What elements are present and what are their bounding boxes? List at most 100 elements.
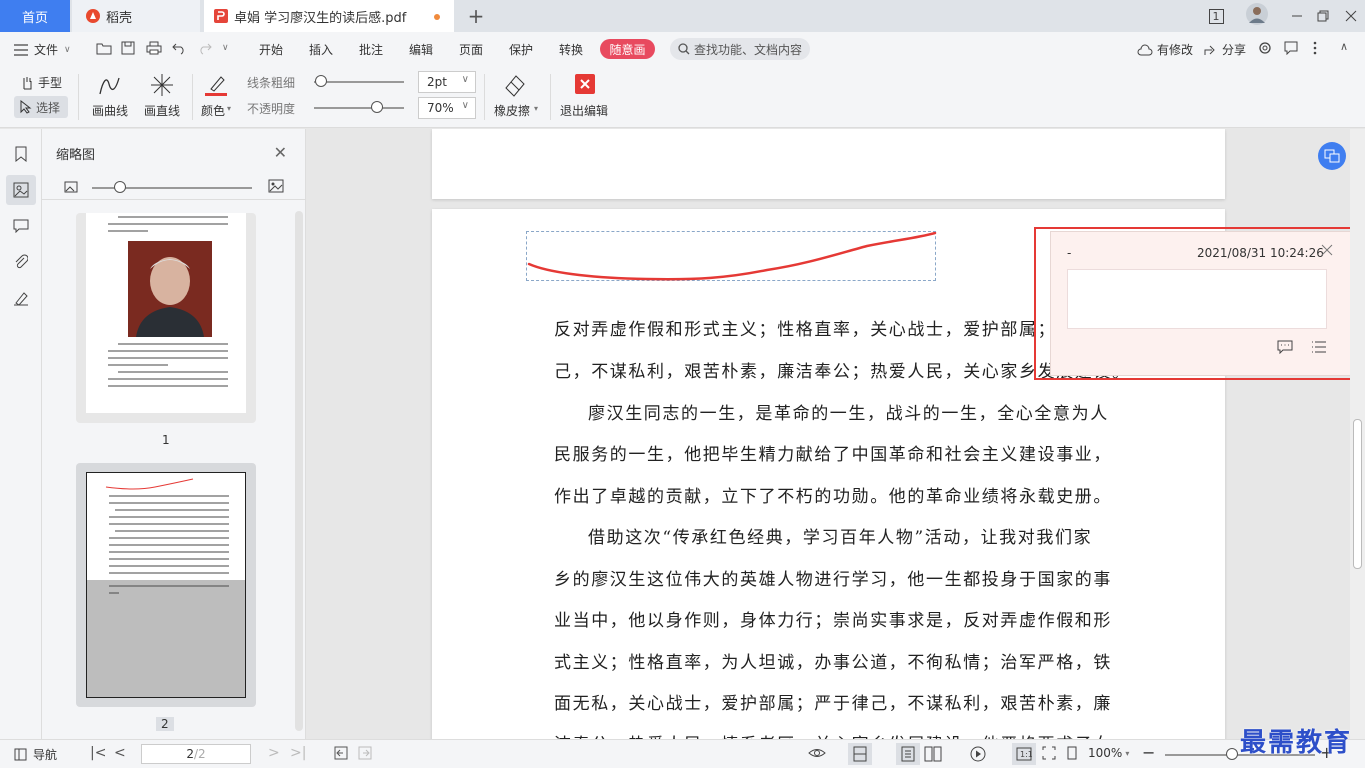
document-scrollbar[interactable]	[1350, 129, 1365, 739]
draw-line-button[interactable]: 画直线	[144, 72, 180, 122]
next-page-icon[interactable]: >	[268, 745, 280, 761]
document-viewport[interactable]: 反对弄虚作假和形式主义；性格直率，关心战士，爱护部属； 己，不谋私利，艰苦朴素，…	[306, 129, 1350, 739]
draw-curve-button[interactable]: 画曲线	[92, 72, 128, 122]
close-window-icon[interactable]	[1340, 6, 1362, 26]
select-tool-button[interactable]: 选择	[14, 96, 68, 118]
single-page-view-icon[interactable]	[848, 743, 872, 765]
line-width-select[interactable]: 2pt ∨	[418, 71, 476, 93]
thumbnail-page-1[interactable]	[76, 213, 256, 423]
zoom-in-thumb-icon[interactable]	[268, 179, 284, 193]
menu-edit[interactable]: 编辑	[409, 41, 433, 58]
freehand-mode-tab[interactable]: 随意画	[600, 39, 655, 59]
line-width-slider[interactable]	[314, 81, 404, 83]
fit-width-icon[interactable]	[1065, 746, 1079, 760]
settings-icon[interactable]	[1258, 41, 1272, 55]
document-scrollbar-thumb[interactable]	[1353, 419, 1362, 569]
print-icon[interactable]	[146, 41, 162, 55]
zoom-slider-knob[interactable]	[1226, 748, 1238, 760]
first-page-icon[interactable]: |<	[90, 745, 106, 761]
signature-icon[interactable]	[6, 283, 36, 313]
more-quick-chevron-icon[interactable]: ∨	[222, 43, 229, 53]
thumbnail-panel-title: 缩略图	[56, 148, 96, 163]
opacity-slider-knob[interactable]	[371, 101, 383, 113]
ink-annotation[interactable]	[526, 231, 937, 281]
open-folder-icon[interactable]	[96, 41, 112, 55]
bookmark-icon[interactable]	[6, 139, 36, 169]
eraser-button[interactable]: 橡皮擦 ▾	[494, 72, 540, 122]
floating-tool-button[interactable]	[1318, 142, 1346, 170]
hamburger-icon	[14, 43, 28, 56]
prev-page-icon[interactable]: <	[114, 745, 126, 761]
opacity-slider[interactable]	[314, 107, 404, 109]
new-tab-button[interactable]: +	[462, 0, 490, 32]
menu-start[interactable]: 开始	[259, 41, 283, 58]
navigation-toggle[interactable]: 导航	[14, 746, 57, 763]
modified-button[interactable]: 有修改	[1137, 41, 1193, 58]
comment-highlight-frame: - 2021/08/31 10:24:26	[1034, 227, 1364, 380]
redo-icon[interactable]	[198, 41, 212, 55]
eye-protection-icon[interactable]	[808, 746, 826, 760]
zoom-out-button[interactable]: −	[1142, 743, 1155, 762]
menu-bar: 文件 ∨ ∨ 开始 插入 批注 编辑 页面 保护 转换 随意画 查找功能、文档内…	[0, 32, 1365, 66]
undo-icon[interactable]	[172, 41, 186, 55]
search-placeholder: 查找功能、文档内容	[694, 42, 803, 57]
save-icon[interactable]	[121, 41, 135, 55]
chevron-down-icon: ∨	[461, 100, 469, 111]
hand-icon	[23, 76, 32, 89]
minimize-icon[interactable]	[1286, 6, 1308, 26]
comment-card[interactable]: - 2021/08/31 10:24:26	[1050, 231, 1362, 376]
comment-menu-icon[interactable]	[1311, 340, 1327, 354]
tab-home-label: 首页	[21, 10, 48, 26]
thumbnail-page-2[interactable]	[76, 463, 256, 707]
line-width-slider-knob[interactable]	[315, 75, 327, 87]
zoom-select[interactable]: 100% ▾	[1088, 746, 1129, 760]
zoom-out-thumb-icon[interactable]	[64, 181, 78, 193]
attachment-icon[interactable]	[6, 247, 36, 277]
svg-text:1:1: 1:1	[1020, 750, 1032, 759]
hand-tool-button[interactable]: 手型	[20, 74, 62, 91]
file-menu[interactable]: 文件 ∨	[14, 41, 71, 58]
close-icon[interactable]: ✕	[274, 143, 287, 162]
thumbnail-size-knob[interactable]	[114, 181, 126, 193]
color-picker-button[interactable]: 颜色 ▾	[200, 72, 236, 122]
tab-document-label: 卓娟 学习廖汉生的读后感.pdf	[234, 10, 407, 26]
comment-text-input[interactable]	[1067, 269, 1327, 329]
comment-bubble-icon[interactable]	[1284, 41, 1298, 55]
last-page-icon[interactable]: >|	[290, 745, 306, 761]
exit-edit-button[interactable]: 退出编辑	[560, 72, 612, 122]
search-input[interactable]: 查找功能、文档内容	[670, 38, 810, 60]
share-button[interactable]: 分享	[1204, 41, 1246, 58]
window-count-badge[interactable]: 1	[1205, 6, 1227, 26]
avatar[interactable]	[1244, 3, 1270, 25]
comment-timestamp: 2021/08/31 10:24:26	[1197, 246, 1324, 260]
document-text-line: 面无私，关心战士，爱护部属；严于律己，不谋私利，艰苦朴素，廉	[554, 694, 1112, 714]
forward-icon[interactable]	[358, 746, 372, 760]
color-chevron-icon: ▾	[227, 104, 232, 113]
menu-page[interactable]: 页面	[459, 41, 483, 58]
menu-convert[interactable]: 转换	[559, 41, 583, 58]
reply-icon[interactable]	[1277, 340, 1293, 354]
cloud-icon	[1137, 44, 1153, 55]
tab-docer[interactable]: 稻壳	[72, 0, 200, 32]
menu-insert[interactable]: 插入	[309, 41, 333, 58]
collapse-ribbon-icon[interactable]: ∧	[1340, 40, 1348, 53]
actual-size-icon[interactable]: 1:1	[1012, 743, 1036, 765]
fit-page-icon[interactable]	[1042, 746, 1056, 760]
double-page-view-icon[interactable]	[924, 746, 942, 762]
restore-icon[interactable]	[1312, 6, 1334, 26]
tab-document[interactable]: 卓娟 学习廖汉生的读后感.pdf	[204, 0, 454, 32]
tab-home[interactable]: 首页	[0, 0, 70, 32]
menu-protect[interactable]: 保护	[509, 41, 533, 58]
back-icon[interactable]	[334, 746, 348, 760]
page-number-input[interactable]: 2/2	[141, 744, 251, 764]
select-tool-label: 选择	[36, 100, 61, 115]
menu-annotate[interactable]: 批注	[359, 41, 383, 58]
thumbnail-scrollbar[interactable]	[295, 211, 303, 731]
play-icon[interactable]	[970, 746, 986, 762]
thumbnail-panel-icon[interactable]	[6, 175, 36, 205]
close-icon[interactable]	[1321, 244, 1333, 256]
comment-panel-icon[interactable]	[6, 211, 36, 241]
continuous-view-icon[interactable]	[896, 743, 920, 765]
more-options-icon[interactable]	[1313, 41, 1317, 55]
opacity-select[interactable]: 70% ∨	[418, 97, 476, 119]
